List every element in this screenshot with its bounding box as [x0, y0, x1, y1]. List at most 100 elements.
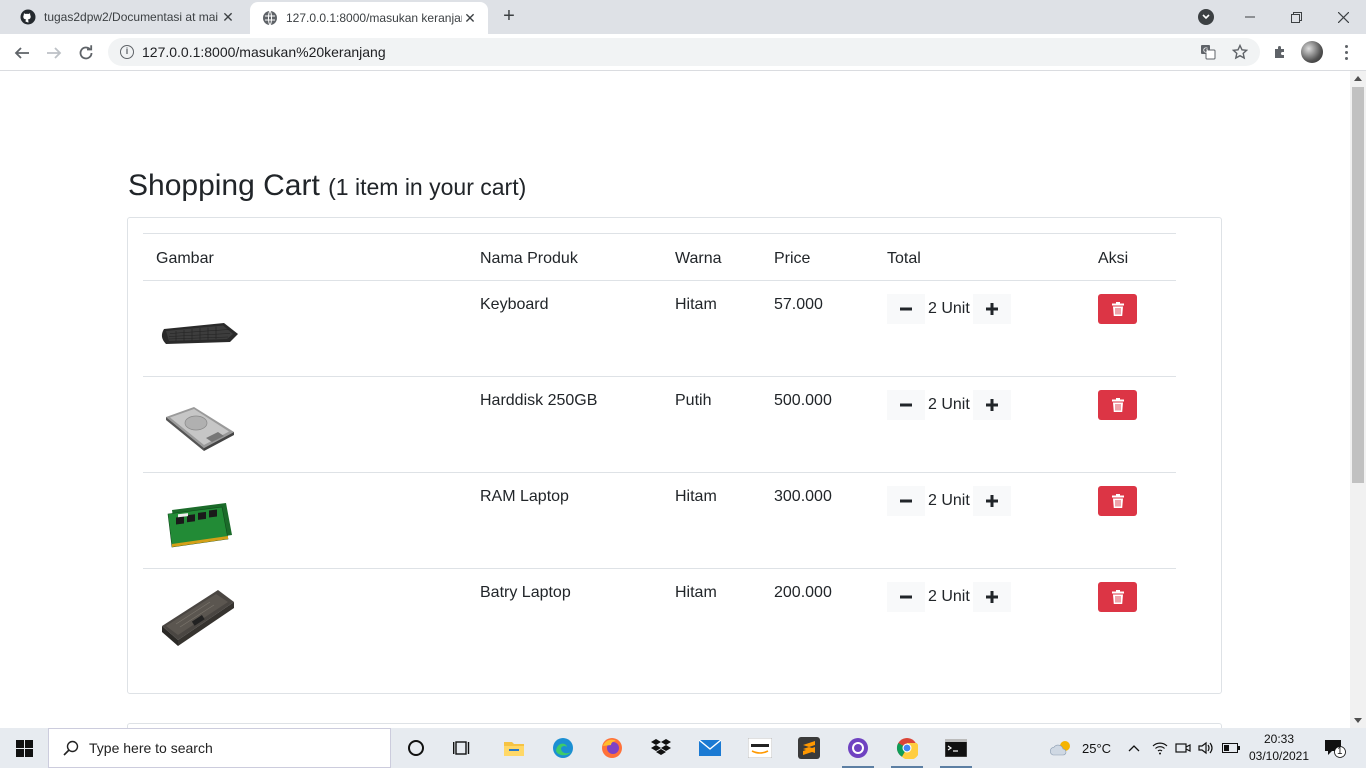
increase-quantity-button[interactable]: [972, 486, 1011, 516]
product-price: 500.000: [761, 376, 874, 473]
plus-icon: [985, 303, 998, 315]
increase-quantity-button[interactable]: [972, 390, 1011, 420]
page-title-text: Shopping Cart: [128, 169, 320, 202]
back-icon[interactable]: [8, 39, 36, 67]
chrome-icon[interactable]: [887, 732, 927, 768]
close-icon[interactable]: ✕: [220, 9, 236, 25]
window-close-icon[interactable]: [1320, 0, 1366, 34]
column-header-aksi: Aksi: [1085, 233, 1176, 281]
bookmark-star-icon[interactable]: [1231, 43, 1249, 61]
profile-avatar[interactable]: [1301, 41, 1323, 63]
browser-menu-icon[interactable]: [1338, 41, 1354, 63]
clock-date: 03/10/2021: [1248, 749, 1310, 763]
decrease-quantity-button[interactable]: [887, 582, 925, 612]
quantity-cell: 2 Unit: [874, 569, 1085, 665]
terminal-icon[interactable]: [936, 732, 976, 768]
close-icon[interactable]: ✕: [462, 10, 478, 26]
delete-item-button[interactable]: [1098, 486, 1137, 516]
browser-tab-strip: tugas2dpw2/Documentasi at mai ✕ 127.0.0.…: [0, 0, 1366, 34]
url-text: 127.0.0.1:8000/masukan%20keranjang: [142, 44, 386, 60]
file-explorer-icon[interactable]: [494, 732, 534, 764]
decrease-quantity-button[interactable]: [887, 390, 925, 420]
weather-widget[interactable]: 25°C: [1050, 728, 1111, 768]
keyboard-image: [161, 323, 238, 344]
extensions-icon[interactable]: [1269, 41, 1291, 63]
github-desktop-icon[interactable]: [838, 732, 878, 768]
decrease-quantity-button[interactable]: [887, 486, 925, 516]
column-header-nama-produk: Nama Produk: [467, 233, 662, 281]
action-cell: [1085, 472, 1176, 569]
plus-icon: [985, 495, 998, 507]
product-price: 57.000: [761, 280, 874, 377]
delete-item-button[interactable]: [1098, 294, 1137, 324]
translate-icon[interactable]: G: [1199, 43, 1217, 61]
mail-icon[interactable]: [690, 732, 730, 764]
plus-icon: [985, 591, 998, 603]
product-name: Keyboard: [467, 280, 662, 377]
forward-icon[interactable]: [40, 39, 68, 67]
meet-now-icon[interactable]: [1175, 728, 1191, 768]
windows-start-icon[interactable]: [0, 728, 48, 768]
scroll-down-icon[interactable]: [1354, 718, 1362, 723]
quantity-value: 2 Unit: [928, 396, 970, 413]
amazon-icon[interactable]: [740, 732, 780, 764]
quantity-stepper: 2 Unit: [887, 294, 1072, 324]
sublime-text-icon[interactable]: [789, 732, 829, 764]
battery-icon[interactable]: [1222, 728, 1240, 768]
quantity-value: 2 Unit: [928, 492, 970, 509]
product-name: Batry Laptop: [480, 584, 571, 601]
decrease-quantity-button[interactable]: [887, 294, 925, 324]
windows-taskbar: Type here to search 25°C 20:33 03/10/202…: [0, 728, 1366, 768]
minimize-icon[interactable]: [1227, 0, 1273, 34]
table-row: RAM Laptop Hitam 300.000 2 Unit: [143, 472, 1176, 569]
product-image-cell: [143, 472, 467, 569]
taskbar-search-input[interactable]: Type here to search: [48, 728, 391, 768]
address-bar[interactable]: i 127.0.0.1:8000/masukan%20keranjang: [108, 38, 1260, 66]
new-tab-button[interactable]: +: [498, 6, 520, 28]
dropbox-icon[interactable]: [641, 732, 681, 764]
tab-github[interactable]: tugas2dpw2/Documentasi at mai ✕: [8, 0, 246, 34]
quantity-cell: 2 Unit: [874, 280, 1085, 377]
network-icon[interactable]: [1152, 728, 1168, 768]
delete-item-button[interactable]: [1098, 390, 1137, 420]
quantity-stepper: 2 Unit: [887, 390, 1072, 420]
search-placeholder: Type here to search: [89, 740, 213, 756]
product-color: Hitam: [675, 584, 717, 601]
page-scrollbar[interactable]: [1350, 71, 1366, 728]
quantity-cell: 2 Unit: [874, 376, 1085, 473]
harddisk-image: [166, 407, 234, 451]
action-cell: [1085, 569, 1176, 665]
column-header-warna: Warna: [662, 233, 761, 281]
restore-icon[interactable]: [1273, 0, 1319, 34]
quantity-cell: 2 Unit: [874, 472, 1085, 569]
minus-icon: [900, 595, 912, 599]
tab-search-icon[interactable]: [1198, 9, 1214, 25]
action-cell: [1085, 376, 1176, 473]
scroll-up-icon[interactable]: [1354, 76, 1362, 81]
firefox-icon[interactable]: [592, 732, 632, 764]
cortana-icon[interactable]: [396, 732, 436, 764]
edge-icon[interactable]: [543, 732, 583, 764]
delete-item-button[interactable]: [1098, 582, 1137, 612]
battery-image: [162, 590, 234, 646]
tray-chevron-icon[interactable]: [1128, 728, 1140, 768]
increase-quantity-button[interactable]: [972, 294, 1011, 324]
task-view-icon[interactable]: [443, 732, 483, 764]
minus-icon: [900, 307, 912, 311]
reload-icon[interactable]: [72, 39, 100, 67]
volume-icon[interactable]: [1198, 728, 1214, 768]
ram-image: [167, 503, 232, 548]
quantity-value: 2 Unit: [928, 300, 970, 317]
taskbar-clock[interactable]: 20:33 03/10/2021: [1244, 731, 1314, 765]
table-row: Batry Laptop Hitam 200.000 2 Unit: [143, 569, 1176, 665]
info-icon[interactable]: i: [120, 45, 134, 59]
product-image-cell: [143, 280, 467, 377]
notification-count: 1: [1337, 746, 1343, 757]
quantity-stepper: 2 Unit: [887, 582, 1072, 612]
trash-icon: [1111, 494, 1124, 508]
scrollbar-thumb[interactable]: [1352, 87, 1364, 483]
tab-cart[interactable]: 127.0.0.1:8000/masukan keranjan ✕: [250, 2, 488, 34]
notification-center-icon[interactable]: 1: [1324, 728, 1346, 768]
increase-quantity-button[interactable]: [972, 582, 1011, 612]
minus-icon: [900, 403, 912, 407]
